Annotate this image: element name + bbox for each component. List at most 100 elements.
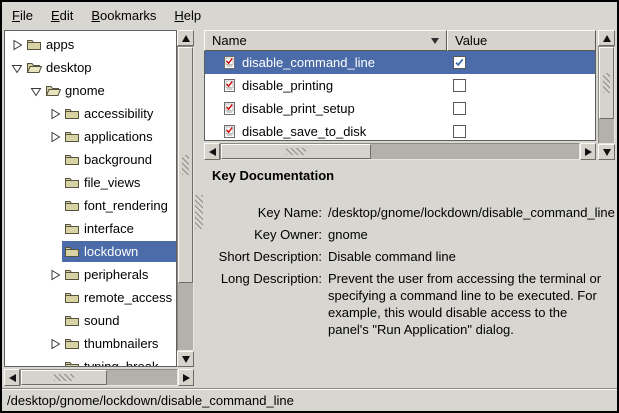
tree-item-peripherals[interactable]: peripherals (5, 263, 176, 286)
tree-item-row[interactable]: thumbnailers (62, 333, 176, 354)
scroll-left-button[interactable] (204, 143, 220, 160)
tree-item-file_views[interactable]: file_views (5, 171, 176, 194)
checkbox-checked[interactable] (453, 56, 466, 69)
folder-closed-icon (64, 130, 80, 143)
tree-item-row[interactable]: background (62, 149, 176, 170)
expander-collapsed-icon[interactable] (9, 38, 24, 52)
folder-closed-icon (26, 38, 42, 51)
expander-expanded-icon[interactable] (28, 84, 43, 98)
column-header-name[interactable]: Name (204, 30, 447, 51)
expander-collapsed-icon[interactable] (47, 130, 62, 144)
expander-collapsed-icon[interactable] (47, 337, 62, 351)
scroll-up-button[interactable] (177, 30, 194, 46)
scroll-down-button[interactable] (598, 144, 615, 160)
scrollbar-track[interactable] (177, 46, 194, 351)
scrollbar-thumb[interactable] (178, 47, 193, 283)
key-list-section: Name Value disable_command_line disable_p… (204, 30, 615, 160)
list-horizontal-scrollbar[interactable] (204, 143, 596, 160)
menu-edit[interactable]: Edit (42, 5, 82, 26)
tree-item-row[interactable]: interface (62, 218, 176, 239)
key-name-cell: disable_command_line (205, 55, 447, 70)
tree-item-desktop[interactable]: desktop (5, 56, 176, 79)
scrollbar-thumb[interactable] (21, 370, 107, 385)
scrollbar-track[interactable] (220, 143, 580, 160)
tree-item-row[interactable]: remote_access (62, 287, 176, 308)
column-header-value[interactable]: Value (447, 30, 596, 51)
key-list-header: Name Value (204, 30, 596, 51)
scroll-up-button[interactable] (598, 30, 615, 46)
tree-item-interface[interactable]: interface (5, 217, 176, 240)
tree-item-row[interactable]: font_rendering (62, 195, 176, 216)
tree-horizontal-scrollbar[interactable] (4, 369, 194, 386)
list-vertical-scrollbar[interactable] (598, 30, 615, 160)
doc-field-label: Key Owner: (210, 226, 322, 243)
scrollbar-track[interactable] (598, 46, 615, 144)
key-row-disable_printing[interactable]: disable_printing (205, 74, 595, 97)
checkbox-unchecked[interactable] (453, 125, 466, 138)
scrollbar-track[interactable] (20, 369, 178, 386)
doc-field-row: Short Description:Disable command line (210, 248, 609, 265)
tree-item-remote_access[interactable]: remote_access (5, 286, 176, 309)
tree-item-label: remote_access (84, 290, 172, 305)
tree-item-apps[interactable]: apps (5, 33, 176, 56)
tree-item-sound[interactable]: sound (5, 309, 176, 332)
tree-item-row[interactable]: desktop (24, 57, 176, 78)
tree-item-label: file_views (84, 175, 140, 190)
key-row-disable_save_to_disk[interactable]: disable_save_to_disk (205, 120, 595, 141)
scroll-down-button[interactable] (177, 351, 194, 367)
key-row-disable_command_line[interactable]: disable_command_line (205, 51, 595, 74)
menu-bookmarks[interactable]: Bookmarks (82, 5, 165, 26)
scrollbar-thumb[interactable] (599, 47, 614, 119)
tree-item-applications[interactable]: applications (5, 125, 176, 148)
key-documentation-title: Key Documentation (210, 168, 609, 183)
tree-item-row[interactable]: peripherals (62, 264, 176, 285)
scrollbar-thumb[interactable] (221, 144, 371, 159)
tree-item-typing_break[interactable]: typing_break (5, 355, 176, 367)
tree-item-font_rendering[interactable]: font_rendering (5, 194, 176, 217)
tree-item-row[interactable]: applications (62, 126, 176, 147)
menu-help[interactable]: Help (165, 5, 210, 26)
tree-item-label: applications (84, 129, 153, 144)
folder-closed-icon (64, 199, 80, 212)
tree-item-label: desktop (46, 60, 92, 75)
tree-item-accessibility[interactable]: accessibility (5, 102, 176, 125)
folder-open-icon (26, 61, 42, 74)
doc-field-row: Key Name:/desktop/gnome/lockdown/disable… (210, 204, 609, 221)
tree-item-lockdown[interactable]: lockdown (5, 240, 176, 263)
tree-item-row[interactable]: gnome (43, 80, 176, 101)
folder-closed-icon (64, 107, 80, 120)
paned-splitter[interactable] (194, 30, 204, 386)
expander-expanded-icon[interactable] (9, 61, 24, 75)
key-name-cell: disable_save_to_disk (205, 124, 447, 139)
config-tree: apps desktop gnomeaccessibility application… (4, 30, 177, 367)
tree-item-row[interactable]: typing_break (62, 356, 176, 367)
doc-field-row: Long Description:Prevent the user from a… (210, 270, 609, 338)
statusbar-path: /desktop/gnome/lockdown/disable_command_… (7, 393, 294, 408)
key-pane: Name Value disable_command_line disable_p… (204, 30, 615, 386)
folder-closed-icon (64, 337, 80, 350)
checkbox-unchecked[interactable] (453, 79, 466, 92)
tree-item-row[interactable]: apps (24, 34, 176, 55)
doc-field-label: Long Description: (210, 270, 322, 338)
tree-item-thumbnailers[interactable]: thumbnailers (5, 332, 176, 355)
key-name-label: disable_save_to_disk (242, 124, 366, 139)
tree-item-gnome[interactable]: gnome (5, 79, 176, 102)
expander-collapsed-icon[interactable] (47, 107, 62, 121)
menu-file[interactable]: File (3, 5, 42, 26)
folder-closed-icon (64, 222, 80, 235)
tree-item-background[interactable]: background (5, 148, 176, 171)
scroll-right-button[interactable] (580, 143, 596, 160)
tree-item-row[interactable]: sound (62, 310, 176, 331)
tree-vertical-scrollbar[interactable] (177, 30, 194, 367)
folder-closed-icon (64, 245, 80, 258)
scroll-right-button[interactable] (178, 369, 194, 386)
checkbox-unchecked[interactable] (453, 102, 466, 115)
statusbar: /desktop/gnome/lockdown/disable_command_… (2, 388, 617, 411)
tree-item-row[interactable]: lockdown (62, 241, 176, 262)
scroll-left-button[interactable] (4, 369, 20, 386)
key-row-disable_print_setup[interactable]: disable_print_setup (205, 97, 595, 120)
tree-item-row[interactable]: file_views (62, 172, 176, 193)
arrow-up-icon (603, 35, 611, 42)
expander-collapsed-icon[interactable] (47, 268, 62, 282)
tree-item-row[interactable]: accessibility (62, 103, 176, 124)
